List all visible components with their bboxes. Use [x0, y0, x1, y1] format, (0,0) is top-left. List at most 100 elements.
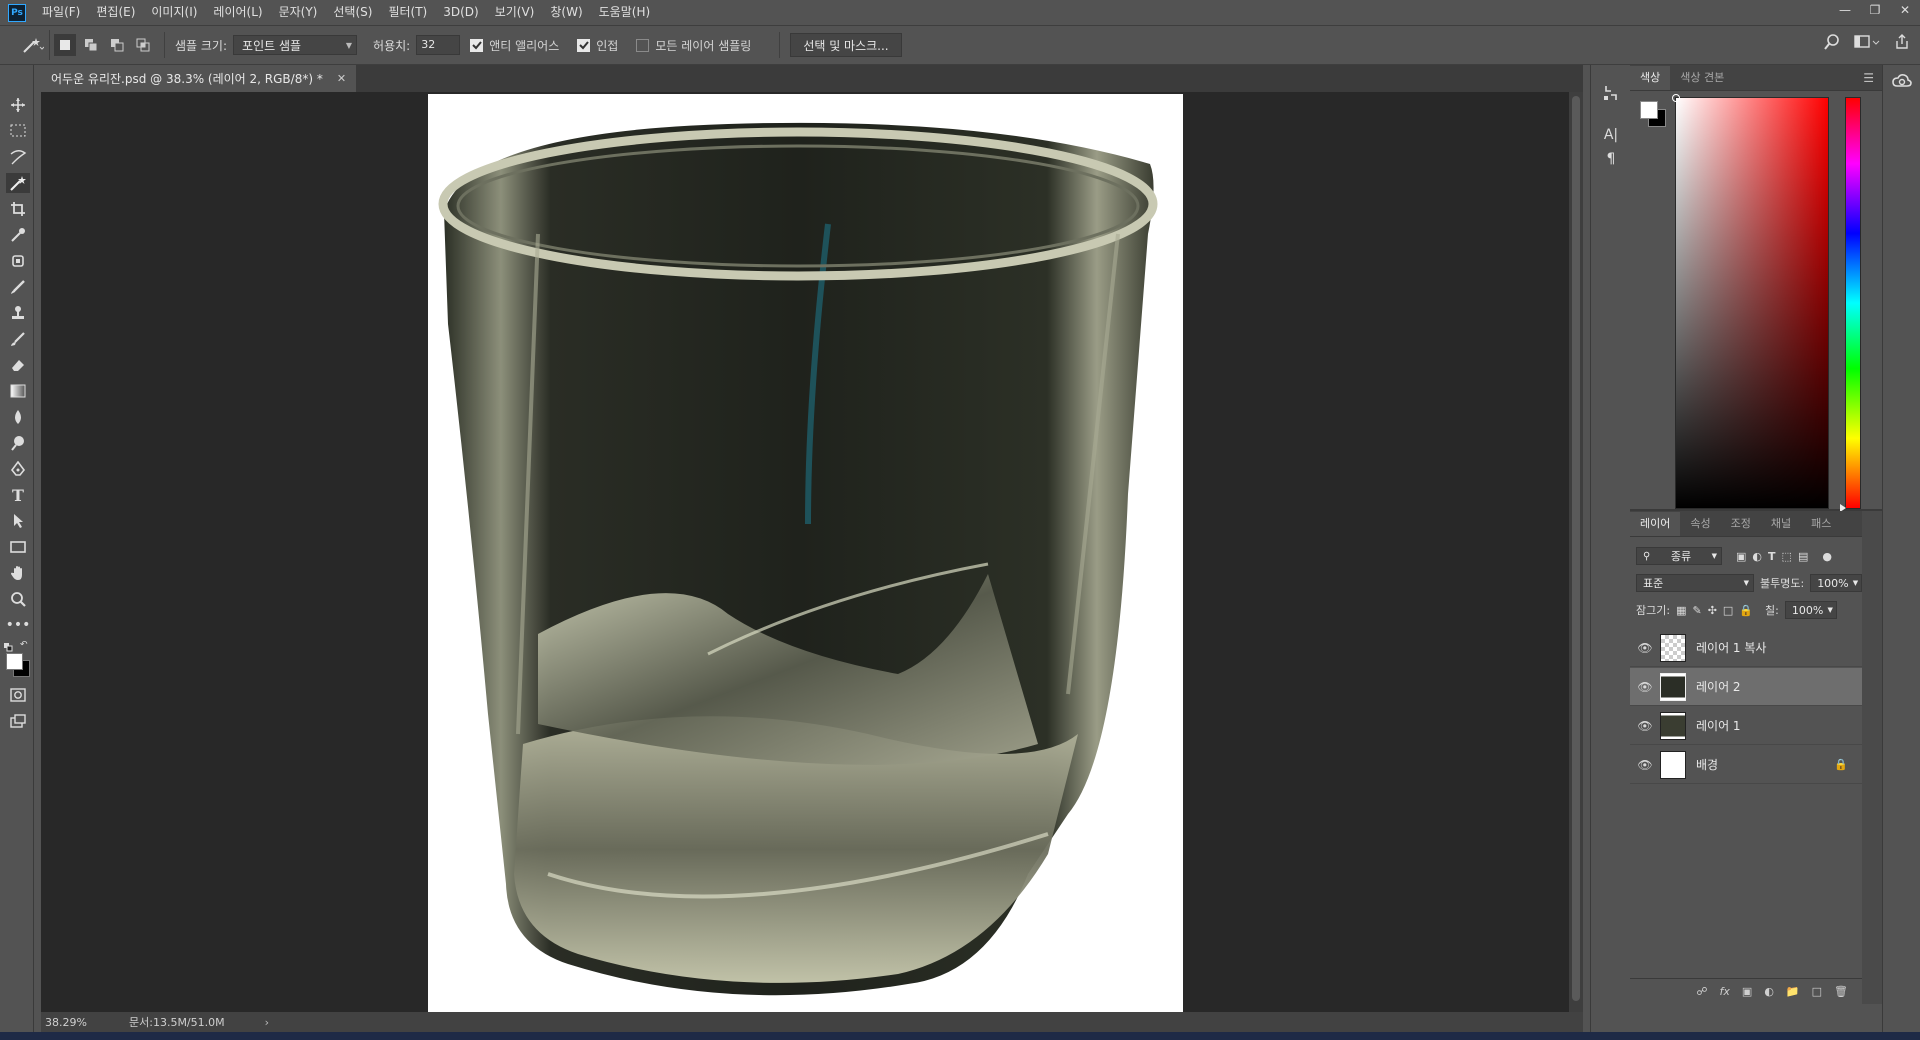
- scrollbar-thumb[interactable]: [1572, 96, 1580, 1001]
- restore-icon[interactable]: ❐: [1860, 0, 1890, 20]
- panel-menu-icon[interactable]: ☰: [1863, 71, 1874, 85]
- blend-mode-select[interactable]: 표준 ▼: [1636, 574, 1754, 592]
- delete-layer-icon[interactable]: 🗑: [1834, 985, 1848, 998]
- zoom-icon[interactable]: [8, 589, 28, 609]
- tab-layers[interactable]: 레이어: [1630, 512, 1681, 536]
- tab-swatches[interactable]: 색상 견본: [1670, 66, 1734, 90]
- new-layer-icon[interactable]: □: [1812, 985, 1822, 998]
- pen-icon[interactable]: [8, 459, 28, 479]
- layer-row[interactable]: 👁 배경 🔒: [1630, 746, 1862, 784]
- document-tab[interactable]: 어두운 유리잔.psd @ 38.3% (레이어 2, RGB/8*) * ✕: [41, 65, 357, 92]
- more-tools-icon[interactable]: •••: [6, 615, 31, 635]
- layers-scrollbar[interactable]: [1862, 511, 1882, 1004]
- paragraph-panel-icon[interactable]: ¶: [1601, 149, 1621, 169]
- rectangle-shape-icon[interactable]: [8, 537, 28, 557]
- menu-help[interactable]: 도움말(H): [591, 0, 659, 25]
- new-group-icon[interactable]: 📁: [1786, 985, 1800, 998]
- share-icon[interactable]: [1894, 34, 1910, 50]
- opacity-input[interactable]: 100% ▼: [1810, 574, 1863, 592]
- chevron-right-icon[interactable]: ›: [265, 1016, 269, 1029]
- intersect-selection-button[interactable]: [132, 34, 154, 56]
- filter-pixel-icon[interactable]: ▣: [1736, 550, 1746, 563]
- lock-artboard-icon[interactable]: □: [1723, 604, 1733, 617]
- layer-name[interactable]: 레이어 2: [1696, 678, 1741, 695]
- menu-layer[interactable]: 레이어(L): [205, 0, 270, 25]
- visibility-eye-icon[interactable]: 👁: [1630, 758, 1660, 772]
- gradient-icon[interactable]: [8, 381, 28, 401]
- menu-select[interactable]: 선택(S): [325, 0, 380, 25]
- tool-preset-picker[interactable]: [8, 30, 50, 60]
- sample-all-layers-checkbox[interactable]: [636, 38, 650, 52]
- screen-mode-icon[interactable]: [8, 711, 28, 731]
- new-selection-button[interactable]: [54, 34, 76, 56]
- close-icon[interactable]: ✕: [1890, 0, 1920, 20]
- zoom-level[interactable]: 38.29%: [45, 1016, 115, 1029]
- adjustment-layer-icon[interactable]: ◐: [1764, 985, 1774, 998]
- rectangular-marquee-icon[interactable]: [8, 121, 28, 141]
- tab-color[interactable]: 색상: [1630, 66, 1671, 90]
- spot-healing-icon[interactable]: [8, 251, 28, 271]
- eraser-icon[interactable]: [8, 355, 28, 375]
- filter-shape-icon[interactable]: ⬚: [1782, 550, 1792, 563]
- lock-image-icon[interactable]: ✎: [1692, 604, 1701, 617]
- visibility-eye-icon[interactable]: 👁: [1630, 641, 1660, 655]
- layer-row[interactable]: 👁 레이어 2: [1630, 668, 1862, 706]
- creative-cloud-libraries-icon[interactable]: [1892, 71, 1912, 91]
- layer-row[interactable]: 👁 레이어 1: [1630, 707, 1862, 745]
- menu-type[interactable]: 문자(Y): [271, 0, 326, 25]
- filter-type-icon[interactable]: T: [1768, 550, 1776, 563]
- fill-input[interactable]: 100% ▼: [1784, 601, 1837, 619]
- filter-smart-object-icon[interactable]: ▤: [1798, 550, 1808, 563]
- dodge-icon[interactable]: [8, 433, 28, 453]
- menu-image[interactable]: 이미지(I): [143, 0, 205, 25]
- subtract-selection-button[interactable]: [106, 34, 128, 56]
- search-icon[interactable]: [1824, 34, 1840, 50]
- history-icon[interactable]: [1601, 83, 1621, 103]
- add-selection-button[interactable]: [80, 34, 102, 56]
- brush-icon[interactable]: [8, 277, 28, 297]
- type-tool-icon[interactable]: T: [8, 485, 28, 505]
- tolerance-input[interactable]: 32: [416, 35, 461, 55]
- fx-button[interactable]: fx: [1720, 985, 1730, 998]
- blur-icon[interactable]: [8, 407, 28, 427]
- visibility-eye-icon[interactable]: 👁: [1630, 680, 1660, 694]
- swap-colors-icon[interactable]: ↶: [20, 640, 30, 650]
- document-canvas[interactable]: [428, 94, 1183, 1012]
- minimize-icon[interactable]: —: [1830, 0, 1860, 20]
- sample-size-select[interactable]: 포인트 샘플 ▼: [233, 35, 358, 55]
- tab-properties[interactable]: 속성: [1680, 512, 1720, 536]
- tab-channels[interactable]: 채널: [1761, 512, 1801, 536]
- visibility-eye-icon[interactable]: 👁: [1630, 719, 1660, 733]
- eyedropper-icon[interactable]: [8, 225, 28, 245]
- canvas-area[interactable]: [41, 92, 1583, 1012]
- layer-filter-select[interactable]: ⚲ 종류 ▼: [1636, 547, 1722, 565]
- filter-toggle-icon[interactable]: ●: [1822, 550, 1832, 563]
- filter-adjustment-icon[interactable]: ◐: [1752, 550, 1762, 563]
- color-picker-marker[interactable]: [1672, 94, 1680, 102]
- layer-lock-icon[interactable]: 🔒: [1834, 758, 1848, 771]
- character-panel-icon[interactable]: A|: [1601, 125, 1621, 145]
- link-layers-icon[interactable]: ☍: [1696, 985, 1707, 998]
- tab-paths[interactable]: 패스: [1801, 512, 1841, 536]
- workspace-icon[interactable]: [1854, 34, 1880, 50]
- anti-alias-checkbox[interactable]: [470, 38, 484, 52]
- path-selection-icon[interactable]: [8, 511, 28, 531]
- magic-wand-tool-icon[interactable]: [6, 173, 30, 193]
- menu-view[interactable]: 보기(V): [487, 0, 543, 25]
- layer-name[interactable]: 레이어 1: [1696, 717, 1741, 734]
- contiguous-checkbox[interactable]: [577, 38, 591, 52]
- lock-transparent-icon[interactable]: ▦: [1676, 604, 1686, 617]
- color-panel-foreground-swatch[interactable]: [1640, 101, 1658, 119]
- menu-edit[interactable]: 편집(E): [88, 0, 143, 25]
- quick-mask-icon[interactable]: [8, 685, 28, 705]
- lock-position-icon[interactable]: ✣: [1708, 604, 1717, 617]
- default-colors-icon[interactable]: [4, 641, 13, 652]
- layer-name[interactable]: 배경: [1696, 756, 1718, 773]
- lasso-icon[interactable]: [8, 147, 28, 167]
- color-saturation-field[interactable]: [1672, 94, 1829, 509]
- vertical-scrollbar[interactable]: [1569, 92, 1583, 1012]
- menu-3d[interactable]: 3D(D): [435, 0, 486, 25]
- add-mask-icon[interactable]: ▣: [1742, 985, 1752, 998]
- select-and-mask-button[interactable]: 선택 및 마스크...: [790, 33, 902, 57]
- menu-file[interactable]: 파일(F): [34, 0, 88, 25]
